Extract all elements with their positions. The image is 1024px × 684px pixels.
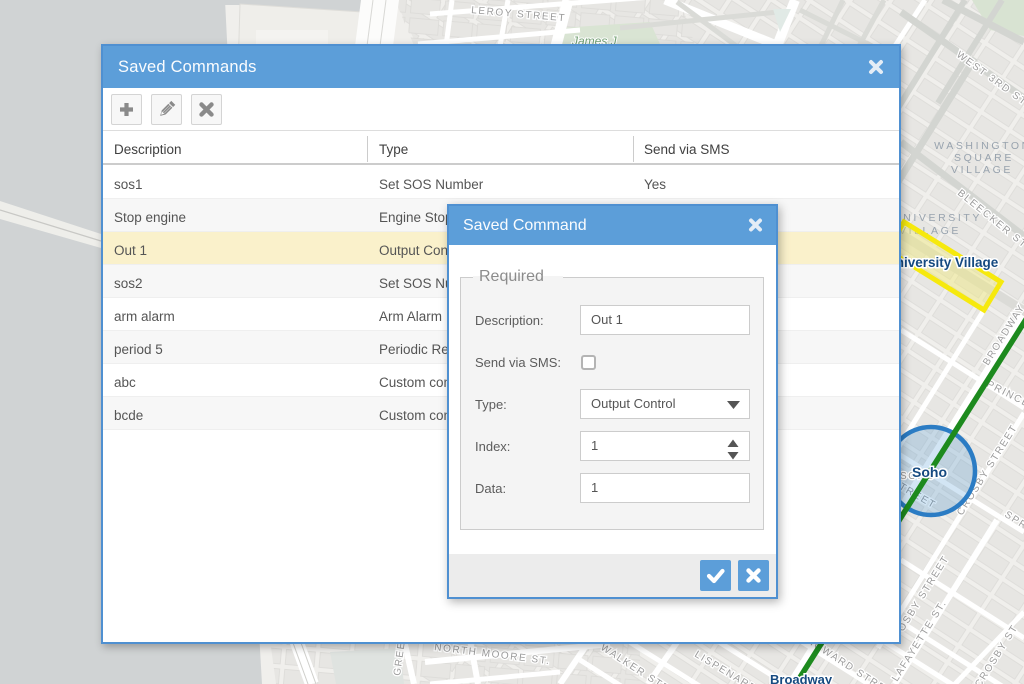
svg-text:University Village: University Village xyxy=(886,255,999,270)
svg-text:VILLAGE: VILLAGE xyxy=(951,164,1013,176)
svg-text:WASHINGTON: WASHINGTON xyxy=(934,140,1024,152)
svg-text:SQUARE: SQUARE xyxy=(954,152,1014,164)
svg-text:Soho: Soho xyxy=(912,464,947,480)
svg-text:Broadway: Broadway xyxy=(770,672,833,684)
